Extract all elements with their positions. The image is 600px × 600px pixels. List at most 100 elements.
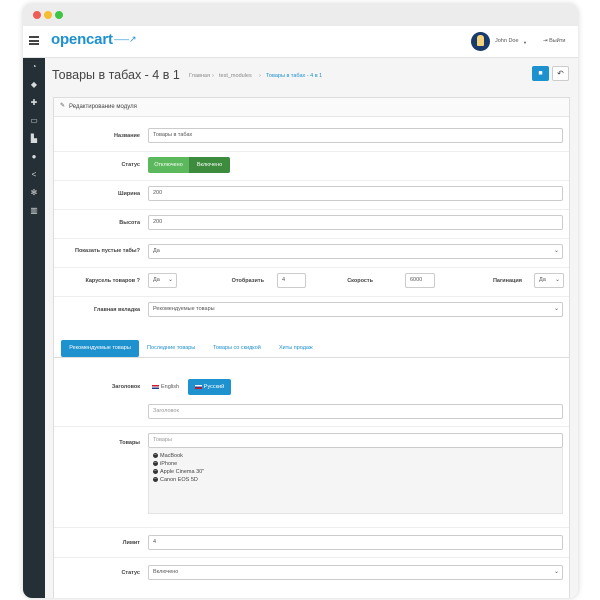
breadcrumb-current[interactable]: Товары в табах - 4 в 1 — [266, 73, 322, 79]
opencart-logo[interactable]: opencart — [51, 31, 113, 48]
logout-label: Выйти — [549, 38, 566, 44]
logo-cart-icon: ‒‒‒↗ — [114, 34, 137, 44]
row-divider — [54, 426, 569, 427]
product-item: − MacBook — [153, 453, 183, 459]
row-divider — [54, 267, 569, 268]
product-name: Apple Cinema 30" — [160, 469, 205, 475]
product-name: MacBook — [160, 453, 183, 459]
maximize-window-button[interactable] — [55, 11, 63, 19]
top-header: opencart ‒‒‒↗ John Doe ▼ ⇥ Выйти — [23, 26, 578, 58]
pagination-label: Пагинация — [492, 278, 522, 284]
dashboard-icon[interactable]: ◔ — [27, 61, 41, 73]
tabs-divider — [54, 357, 569, 358]
language-russian-label: Русский — [203, 384, 225, 390]
row-divider — [54, 527, 569, 528]
display-label: Отобразить — [231, 278, 264, 284]
user-name[interactable]: John Doe — [495, 38, 519, 44]
product-item: − Canon EOS 5D — [153, 477, 198, 483]
chevron-down-icon: ⌄ — [553, 248, 559, 254]
tab-featured[interactable]: Рекомендуемые товары — [61, 340, 139, 357]
carousel-value: Да — [153, 277, 160, 283]
limit-label: Лимит — [122, 540, 140, 546]
back-button[interactable]: ↶ — [552, 66, 569, 81]
main-tab-select[interactable]: Рекомендуемые товары ⌄ — [148, 302, 563, 317]
pagination-value: Да — [539, 277, 546, 283]
row-divider — [54, 180, 569, 181]
system-gear-icon[interactable]: ✻ — [27, 187, 41, 199]
products-autocomplete-input[interactable]: Товары — [148, 433, 563, 448]
width-label: Ширина — [117, 191, 140, 197]
carousel-label: Карусель товаров ? — [85, 278, 140, 284]
tab-status-select[interactable]: Включено ⌄ — [148, 565, 563, 580]
main-tab-value: Рекомендуемые товары — [153, 306, 215, 312]
show-empty-tabs-select[interactable]: Да ⌄ — [148, 244, 563, 259]
tab-status-label: Статус — [121, 570, 140, 576]
remove-circle-icon[interactable]: − — [153, 453, 158, 459]
language-tab-russian[interactable]: Русский — [188, 379, 231, 395]
extensions-puzzle-icon[interactable]: ✚ — [27, 97, 41, 109]
main-tab-label: Главная вкладка — [94, 307, 140, 313]
selected-products-list: − MacBook − iPhone − Apple Cinema 30" − Cano… — [148, 448, 563, 514]
speed-label: Скорость — [347, 278, 373, 284]
tab-status-value: Включено — [153, 569, 179, 575]
reports-chart-icon[interactable]: ▥ — [27, 205, 41, 217]
show-empty-tabs-label: Показать пустые табы? — [74, 248, 140, 254]
close-window-button[interactable] — [33, 11, 41, 19]
remove-circle-icon[interactable]: − — [153, 469, 158, 475]
floppy-disk-icon: ■ — [538, 70, 543, 77]
menu-toggle-icon[interactable] — [29, 36, 39, 45]
chevron-down-icon: ⌄ — [553, 569, 559, 575]
status-label: Статус — [121, 162, 140, 168]
product-name: iPhone — [160, 461, 178, 467]
row-divider — [54, 238, 569, 239]
marketing-share-icon[interactable]: < — [27, 169, 41, 181]
product-item: − iPhone — [153, 461, 177, 467]
show-empty-tabs-value: Да — [153, 248, 160, 254]
carousel-select[interactable]: Да ⌄ — [148, 273, 177, 288]
design-monitor-icon[interactable]: ▭ — [27, 115, 41, 127]
sidebar: ◔ ◆ ✚ ▭ ▙ ● < ✻ ▥ — [23, 58, 45, 598]
remove-circle-icon[interactable]: − — [153, 461, 158, 467]
panel-heading: ✎ Редактирование модуля — [54, 98, 569, 117]
height-input[interactable]: 200 — [148, 215, 563, 230]
user-avatar[interactable] — [471, 32, 490, 51]
row-divider — [54, 151, 569, 152]
breadcrumb-home[interactable]: Главная — [189, 73, 210, 79]
save-button[interactable]: ■ — [532, 66, 549, 81]
catalog-tag-icon[interactable]: ◆ — [27, 79, 41, 91]
tab-specials[interactable]: Товары со скидкой — [213, 340, 261, 357]
remove-circle-icon[interactable]: − — [153, 477, 158, 483]
breadcrumb-separator: › — [259, 73, 261, 79]
breadcrumb-separator: › — [212, 73, 214, 79]
chevron-down-icon: ⌄ — [553, 306, 559, 312]
row-divider — [54, 296, 569, 297]
pencil-icon: ✎ — [60, 103, 66, 109]
breadcrumb-modules[interactable]: test_modules — [219, 73, 252, 79]
display-input[interactable]: 4 — [277, 273, 306, 288]
language-tab-english[interactable]: English — [152, 379, 179, 395]
speed-input[interactable]: 6000 — [405, 273, 435, 288]
customers-user-icon[interactable]: ● — [27, 151, 41, 163]
minimize-window-button[interactable] — [44, 11, 52, 19]
chevron-down-icon: ⌄ — [554, 277, 560, 283]
uk-flag-icon — [152, 384, 159, 389]
pagination-select[interactable]: Да ⌄ — [534, 273, 564, 288]
status-off-toggle[interactable]: Отключено — [148, 157, 189, 173]
sales-cart-icon[interactable]: ▙ — [27, 133, 41, 145]
tab-bestsellers[interactable]: Хиты продаж — [279, 340, 313, 357]
reply-arrow-icon: ↶ — [557, 69, 564, 78]
edit-module-panel: ✎ Редактирование модуля Название Товары … — [53, 97, 570, 598]
logout-link[interactable]: ⇥ Выйти — [543, 38, 565, 44]
window-titlebar — [23, 4, 578, 26]
name-input[interactable]: Товары в табах — [148, 128, 563, 143]
panel-title: Редактирование модуля — [69, 104, 137, 110]
tab-latest[interactable]: Последние товары — [147, 340, 195, 357]
language-english-label: English — [161, 384, 180, 390]
limit-input[interactable]: 4 — [148, 535, 563, 550]
product-name: Canon EOS 5D — [160, 477, 198, 483]
width-input[interactable]: 200 — [148, 186, 563, 201]
status-on-toggle[interactable]: Включено — [189, 157, 230, 173]
caret-down-icon[interactable]: ▼ — [523, 40, 527, 45]
heading-input[interactable]: Заголовок — [148, 404, 563, 419]
russia-flag-icon — [194, 384, 202, 389]
